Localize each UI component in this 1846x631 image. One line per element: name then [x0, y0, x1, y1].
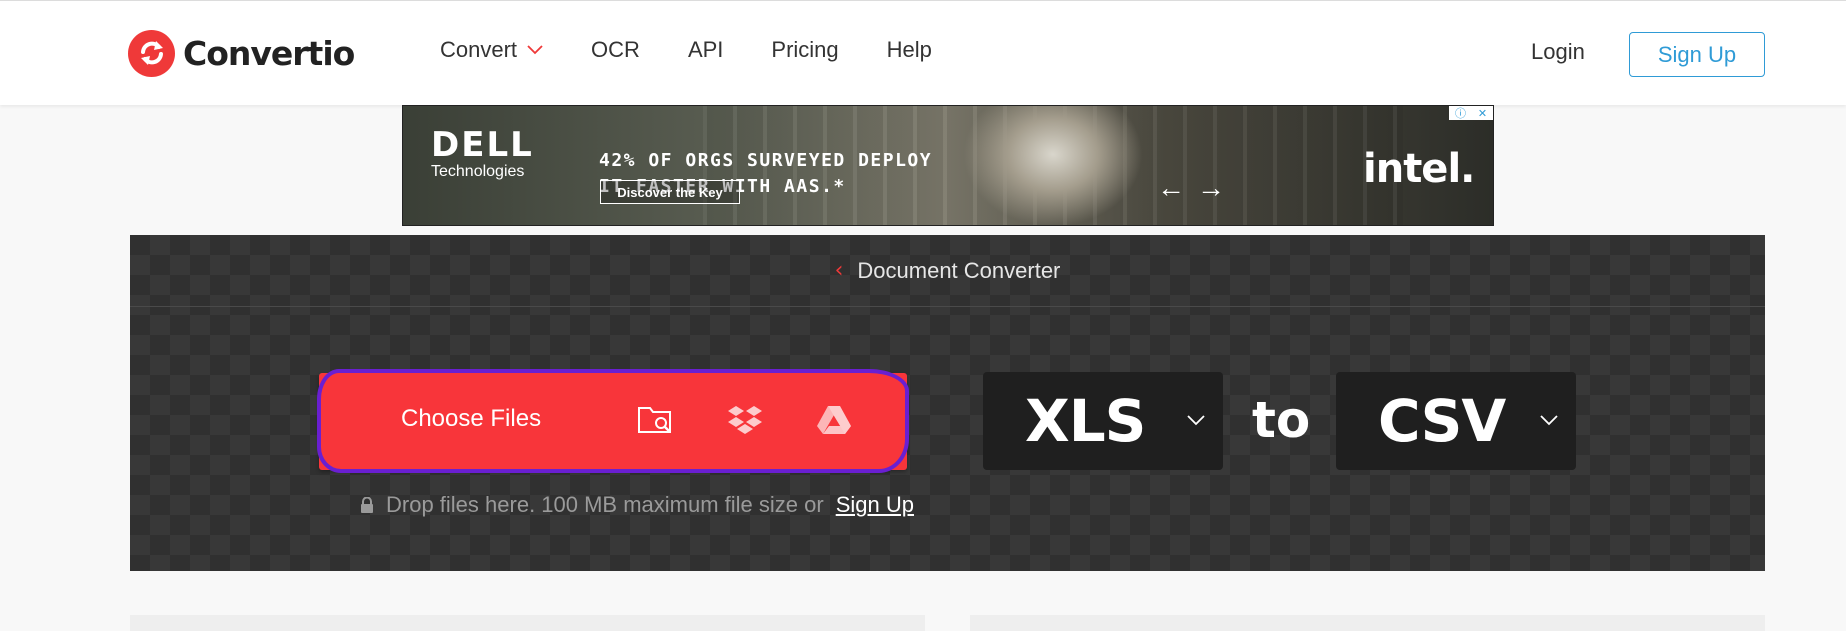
- dropbox-icon[interactable]: [726, 403, 764, 437]
- nav-pricing[interactable]: Pricing: [771, 37, 838, 63]
- site-header: Convertio Convert OCR API Pricing Help L…: [0, 0, 1846, 105]
- chevron-down-icon: [527, 45, 543, 55]
- logo-text: Convertio: [183, 33, 355, 73]
- nav-api[interactable]: API: [688, 37, 723, 63]
- breadcrumb: ‹ Document Converter: [130, 235, 1765, 307]
- convertio-logo[interactable]: Convertio: [128, 29, 355, 77]
- drop-files-note: Drop files here. 100 MB maximum file siz…: [360, 492, 914, 518]
- to-format-value: CSV: [1378, 387, 1506, 455]
- chevron-down-icon: [1187, 415, 1205, 426]
- from-format-value: XLS: [1025, 387, 1146, 455]
- google-drive-icon[interactable]: [815, 403, 853, 437]
- dell-logo: DELL Technologies: [431, 125, 534, 180]
- nav-ocr[interactable]: OCR: [591, 37, 640, 63]
- arrow-right-icon[interactable]: →: [1197, 172, 1225, 204]
- drop-signup-link[interactable]: Sign Up: [836, 492, 914, 518]
- ad-cta-button[interactable]: Discover the Key: [600, 180, 740, 204]
- to-label: to: [1252, 391, 1311, 449]
- nav-help[interactable]: Help: [887, 37, 932, 63]
- chevron-down-icon: [1540, 415, 1558, 426]
- ad-close-icon[interactable]: ✕: [1478, 107, 1487, 120]
- folder-search-icon[interactable]: [637, 403, 675, 437]
- converter-panel: ‹ Document Converter Choose Files Drop f…: [130, 235, 1765, 571]
- intel-logo: intel.: [1363, 146, 1475, 192]
- drop-note-text: Drop files here. 100 MB maximum file siz…: [386, 492, 824, 517]
- choose-files-label[interactable]: Choose Files: [401, 405, 541, 433]
- chevron-left-icon[interactable]: ‹: [835, 258, 844, 283]
- signup-button[interactable]: Sign Up: [1629, 32, 1765, 77]
- main-nav: Convert OCR API Pricing Help: [440, 37, 980, 63]
- from-format-select[interactable]: XLS: [983, 372, 1223, 470]
- info-card-right: [970, 615, 1765, 631]
- ad-banner[interactable]: DELL Technologies 42% OF ORGS SURVEYED D…: [402, 105, 1494, 226]
- arrow-left-icon[interactable]: ←: [1157, 172, 1185, 204]
- nav-convert[interactable]: Convert: [440, 37, 543, 63]
- nav-convert-label: Convert: [440, 37, 518, 62]
- ad-photo: [963, 106, 1143, 225]
- to-format-select[interactable]: CSV: [1336, 372, 1576, 470]
- info-card-left: [130, 615, 925, 631]
- lock-icon: [361, 497, 373, 513]
- breadcrumb-label[interactable]: Document Converter: [857, 258, 1060, 284]
- ad-carousel-arrows[interactable]: ← →: [1157, 172, 1225, 204]
- login-link[interactable]: Login: [1531, 39, 1585, 65]
- choose-files-button[interactable]: Choose Files: [317, 369, 909, 473]
- ad-info-icon[interactable]: ⓘ: [1455, 106, 1466, 121]
- ad-choices[interactable]: ⓘ ✕: [1449, 106, 1493, 120]
- convertio-logo-icon: [128, 29, 175, 77]
